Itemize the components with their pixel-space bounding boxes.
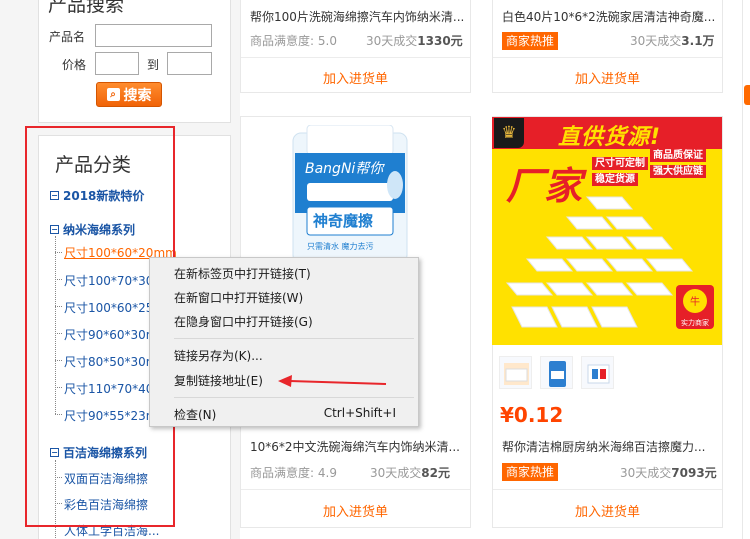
menu-save-link-as[interactable]: 链接另存为(K)... [174,347,263,364]
card-divider [493,489,722,490]
price-min-input[interactable] [95,52,139,75]
menu-open-incognito[interactable]: 在隐身窗口中打开链接(G) [174,313,313,330]
ad-slogan: 直供货源! [558,125,662,150]
menu-copy-link-address[interactable]: 复制链接地址(E) [174,372,263,389]
context-menu: 在新标签页中打开链接(T) 在新窗口中打开链接(W) 在隐身窗口中打开链接(G)… [149,257,419,427]
product-ad-image[interactable]: 直供货源! 厂家 尺寸可定制 稳定货源 商品质保证 强大供应链 牛 实力商家 [492,117,722,345]
add-to-cart-button[interactable]: 加入进货单 [493,501,722,520]
menu-open-new-tab[interactable]: 在新标签页中打开链接(T) [174,265,311,282]
product-name-input[interactable] [95,24,212,47]
product-deal: 30天成交82元 [370,464,450,481]
search-button[interactable]: ⌕ 搜索 [96,82,162,107]
menu-separator [174,338,414,339]
deal-label: 30天成交 [620,466,672,480]
thumbnail-strip [499,356,614,389]
add-to-cart-button[interactable]: 加入进货单 [241,501,470,520]
price-label: 价格 [62,58,87,72]
menu-open-new-window[interactable]: 在新窗口中打开链接(W) [174,289,303,306]
product-title[interactable]: 白色40片10*6*2洗碗家居清洁神奇魔... [502,8,717,25]
product-deal: 30天成交3.1万 [630,32,715,49]
product-deal: 30天成交1330元 [366,32,463,49]
card-divider [241,489,470,490]
deal-value: 82元 [421,466,450,480]
right-sidebar-tab[interactable] [744,85,750,105]
product-deal: 30天成交7093元 [620,464,717,481]
product-title[interactable]: 帮你100片洗碗海绵擦汽车内饰纳米清... [250,8,465,25]
search-icon: ⌕ [106,88,120,101]
packet-slogan: 只需清水 魔力去污 [307,241,374,251]
thumbnail[interactable] [499,356,532,389]
thumbnail[interactable] [540,356,573,389]
deal-label: 30天成交 [630,34,682,48]
search-panel-title: 产品搜索 [48,0,125,16]
hot-badge: 商家热推 [502,32,559,50]
ad-seal: 实力商家 [681,318,709,327]
product-title[interactable]: 帮你清洁棉厨房纳米海绵百洁擦魔力... [502,438,717,455]
satisfaction-value: 4.9 [317,466,337,480]
card-divider [493,57,722,58]
ad-tag: 强大供应链 [650,165,706,178]
satisfaction-label: 商品满意度: [250,34,315,48]
product-title[interactable]: 10*6*2中文洗碗海绵汽车内饰纳米清... [250,438,465,455]
deal-value: 7093元 [671,466,717,480]
ad-tag: 商品质保证 [650,149,706,162]
hot-badge: 商家热推 [502,463,559,481]
sponge-packet-image[interactable]: BangNi帮你 神奇魔擦 只需清水 魔力去污 [285,125,415,265]
packet-brand: BangNi帮你 [305,161,385,177]
ad-tag: 稳定货源 [592,173,638,186]
crown-icon: ♛ [494,118,524,148]
right-sidebar-edge [742,0,750,539]
annotation-arrow-icon [278,375,387,387]
add-to-cart-button[interactable]: 加入进货单 [241,68,470,87]
svg-text:牛: 牛 [690,295,700,308]
packet-name: 神奇魔擦 [313,212,373,230]
price-max-input[interactable] [167,52,212,75]
add-to-cart-button[interactable]: 加入进货单 [493,68,722,87]
ad-tag: 尺寸可定制 [592,157,648,170]
sponge-pile-graphic: 牛 实力商家 [505,196,714,329]
product-satisfaction: 商品满意度: 5.0 [250,32,337,49]
search-button-label: 搜索 [123,87,152,104]
deal-value: 3.1万 [681,34,715,48]
satisfaction-value: 5.0 [317,34,337,48]
product-satisfaction: 商品满意度: 4.9 [250,464,337,481]
menu-separator [174,397,414,398]
thumbnail[interactable] [581,356,614,389]
menu-inspect[interactable]: 检查(N) [174,406,216,423]
deal-label: 30天成交 [366,34,418,48]
deal-label: 30天成交 [370,466,422,480]
product-name-label: 产品名 [49,30,86,44]
price-to-label: 到 [147,58,160,72]
satisfaction-label: 商品满意度: [250,466,315,480]
deal-value: 1330元 [417,34,463,48]
product-price: ¥0.12 [500,403,564,427]
inspect-shortcut: Ctrl+Shift+I [323,406,396,420]
card-divider [241,57,470,58]
